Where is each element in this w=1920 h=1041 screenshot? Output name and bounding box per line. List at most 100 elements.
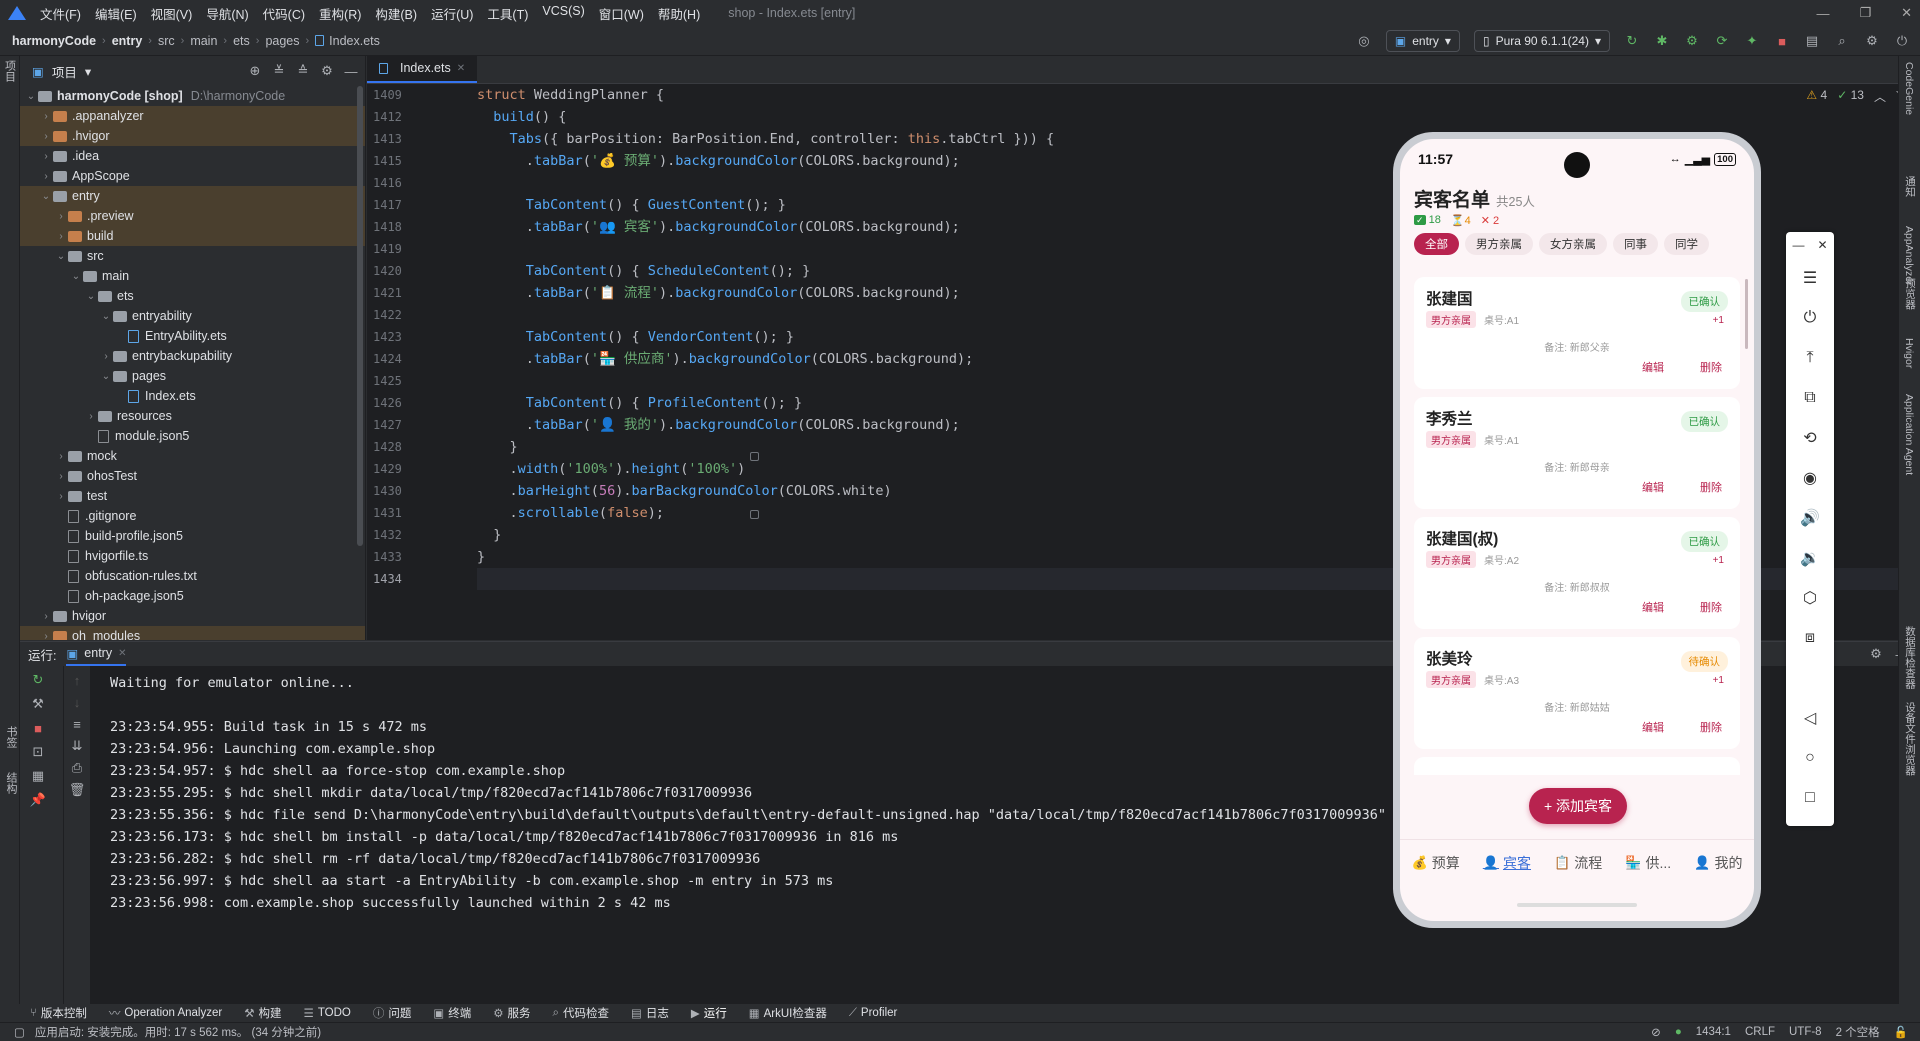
delete-guest-button[interactable]: 删除 xyxy=(1700,479,1722,495)
menu-item[interactable]: VCS(S) xyxy=(542,4,584,23)
guest-list-scrollbar[interactable] xyxy=(1745,279,1748,349)
edit-guest-button[interactable]: 编辑 xyxy=(1642,599,1664,615)
project-scrollbar[interactable] xyxy=(357,86,363,546)
lock-icon[interactable]: 🔓 xyxy=(1894,1025,1908,1039)
close-icon[interactable]: ✕ xyxy=(457,63,465,74)
fold-marker[interactable] xyxy=(750,452,759,461)
phone-tab[interactable]: 🏪 供... xyxy=(1625,853,1671,873)
filter-chip[interactable]: 同学 xyxy=(1664,233,1709,255)
bottom-tab[interactable]: ☰ TODO xyxy=(304,1006,351,1020)
project-tool-button[interactable]: 项目 xyxy=(2,60,18,82)
hide-icon[interactable]: — xyxy=(343,63,359,79)
print-icon[interactable]: ⎙ xyxy=(69,760,85,776)
tree-item[interactable]: › AppScope xyxy=(20,166,365,186)
right-tool-button[interactable]: 设备文件浏览器 xyxy=(1903,702,1918,776)
tree-item[interactable]: ⌄ entry xyxy=(20,186,365,206)
status-message[interactable]: 应用启动: 安装完成。用时: 17 s 562 ms。 (34 分钟之前) xyxy=(35,1024,321,1040)
no-sync-icon[interactable]: ⊘ xyxy=(1651,1025,1661,1039)
trash-icon[interactable]: 🗑 xyxy=(69,782,86,798)
crop-icon[interactable]: ⧉ xyxy=(1786,378,1834,418)
bottom-tab[interactable]: ⌕ 代码检查 xyxy=(553,1005,609,1021)
bottom-tab[interactable]: ▤ 日志 xyxy=(631,1005,669,1021)
menu-item[interactable]: 帮助(H) xyxy=(658,4,700,23)
delete-guest-button[interactable]: 删除 xyxy=(1700,359,1722,375)
bookmarks-tool-button[interactable]: 书签 xyxy=(3,726,19,748)
locate-icon[interactable]: ⊕ xyxy=(247,63,263,79)
menu-item[interactable]: 运行(U) xyxy=(431,4,473,23)
bottom-tab[interactable]: ⚙ 服务 xyxy=(493,1005,530,1021)
soft-wrap-icon[interactable]: ≡ xyxy=(69,716,85,732)
rerun-icon[interactable]: ↻ xyxy=(30,672,46,688)
module-selector[interactable]: ▣ entry ▾ xyxy=(1385,30,1460,52)
edit-guest-button[interactable]: 编辑 xyxy=(1642,719,1664,735)
chevron-up-icon[interactable]: ︿ xyxy=(1874,88,1886,105)
tree-item[interactable]: › .preview xyxy=(20,206,365,226)
filter-chip[interactable]: 同事 xyxy=(1613,233,1658,255)
home-indicator[interactable] xyxy=(1517,903,1637,907)
close-icon[interactable]: ✕ xyxy=(1817,238,1827,252)
stop-icon[interactable]: ■ xyxy=(1774,33,1790,49)
right-tool-button[interactable]: 通知 xyxy=(1903,176,1918,197)
tree-item[interactable]: › entrybackupability xyxy=(20,346,365,366)
location-icon[interactable]: ◉ xyxy=(1786,458,1834,498)
tree-item[interactable]: › build xyxy=(20,226,365,246)
device-selector[interactable]: ▯ Pura 90 6.1.1(24) ▾ xyxy=(1473,30,1610,52)
tree-item[interactable]: EntryAbility.ets xyxy=(20,326,365,346)
gear-icon[interactable]: ⚙ xyxy=(1868,646,1884,662)
guest-card[interactable]: 张建国(叔) 男方亲属 桌号:A2 备注: 新郎叔叔 已确认 +1 编辑 删除 xyxy=(1414,517,1740,629)
filter-chip[interactable]: 全部 xyxy=(1414,233,1459,255)
bottom-tab[interactable]: 〰 Operation Analyzer xyxy=(109,1005,222,1021)
run-config-tab[interactable]: ▣ entry ✕ xyxy=(66,642,127,666)
tree-item[interactable]: › test xyxy=(20,486,365,506)
menu-item[interactable]: 构建(B) xyxy=(375,4,417,23)
line-separator[interactable]: CRLF xyxy=(1745,1026,1775,1038)
tree-item[interactable]: ⌄ pages xyxy=(20,366,365,386)
scroll-to-end-icon[interactable]: ⇊ xyxy=(69,738,85,754)
phone-tab[interactable]: 💰 预算 xyxy=(1412,853,1460,873)
tree-item[interactable]: › resources xyxy=(20,406,365,426)
bottom-tab[interactable]: ⓘ 问题 xyxy=(373,1005,412,1021)
inspection-summary[interactable]: ⚠ 4 ✓ 13 ︿ ﹀ xyxy=(1806,88,1908,105)
breadcrumb-item[interactable]: ets xyxy=(233,34,250,48)
bottom-tab[interactable]: ▣ 终端 xyxy=(433,1005,471,1021)
volume-up-icon[interactable]: 🔊 xyxy=(1786,498,1834,538)
tree-item[interactable]: › mock xyxy=(20,446,365,466)
settings-icon[interactable]: ⚙ xyxy=(1864,33,1880,49)
apply-changes-icon[interactable]: ⟳ xyxy=(1714,33,1730,49)
tree-item[interactable]: › hvigor xyxy=(20,606,365,626)
right-tool-button[interactable]: 预览器 xyxy=(1903,278,1918,310)
tree-item[interactable]: › .hvigor xyxy=(20,126,365,146)
indent-setting[interactable]: 2 个空格 xyxy=(1836,1024,1880,1040)
emulator-screen[interactable]: 11:57 ↔ ▁▃▅ 100 宾客名单 共25人 ✓ 18 ⏳4 ✕ 2 全部男… xyxy=(1400,139,1754,921)
right-tool-button[interactable]: Application Agent xyxy=(1903,394,1915,475)
power-icon[interactable]: ⏻ xyxy=(1786,298,1834,338)
phone-tab[interactable]: 📋 流程 xyxy=(1554,853,1602,873)
edit-guest-button[interactable]: 编辑 xyxy=(1642,479,1664,495)
delete-guest-button[interactable]: 删除 xyxy=(1700,719,1722,735)
right-tool-button[interactable]: AppAnalyzer xyxy=(1903,226,1915,286)
guest-card[interactable]: 张美玲 男方亲属 桌号:A3 备注: 新郎姑姑 待确认 +1 编辑 删除 xyxy=(1414,637,1740,749)
attach-debugger-icon[interactable]: ⚙ xyxy=(1684,33,1700,49)
editor-tab-index[interactable]: Index.ets ✕ xyxy=(367,55,478,83)
menu-item[interactable]: 窗口(W) xyxy=(599,4,644,23)
fold-marker[interactable] xyxy=(750,510,759,519)
tree-item[interactable]: › .idea xyxy=(20,146,365,166)
right-tool-button[interactable]: 数据库检查器 xyxy=(1903,626,1918,689)
volume-down-icon[interactable]: 🔉 xyxy=(1786,538,1834,578)
stop-icon[interactable]: ■ xyxy=(30,720,46,736)
tree-item[interactable]: ⌄ entryability xyxy=(20,306,365,326)
guest-card[interactable] xyxy=(1414,757,1740,775)
add-guest-button[interactable]: + 添加宾客 xyxy=(1529,788,1627,824)
expand-all-icon[interactable]: ≚ xyxy=(271,63,287,79)
arrow-down-icon[interactable]: ↓ xyxy=(69,694,85,710)
pin-top-icon[interactable]: ⤒ xyxy=(1786,338,1834,378)
rotate-icon[interactable]: ⟲ xyxy=(1786,418,1834,458)
collapse-all-icon[interactable]: ≙ xyxy=(295,63,311,79)
breadcrumb-item[interactable]: Index.ets xyxy=(329,34,380,48)
guest-card[interactable]: 张建国 男方亲属 桌号:A1 备注: 新郎父亲 已确认 +1 编辑 删除 xyxy=(1414,277,1740,389)
minimize-icon[interactable]: — xyxy=(1792,238,1804,252)
layout-icon[interactable]: ▦ xyxy=(30,768,46,784)
tree-item[interactable]: › .appanalyzer xyxy=(20,106,365,126)
tree-item[interactable]: ⌄ src xyxy=(20,246,365,266)
gear-icon[interactable]: ⚙ xyxy=(319,63,335,79)
